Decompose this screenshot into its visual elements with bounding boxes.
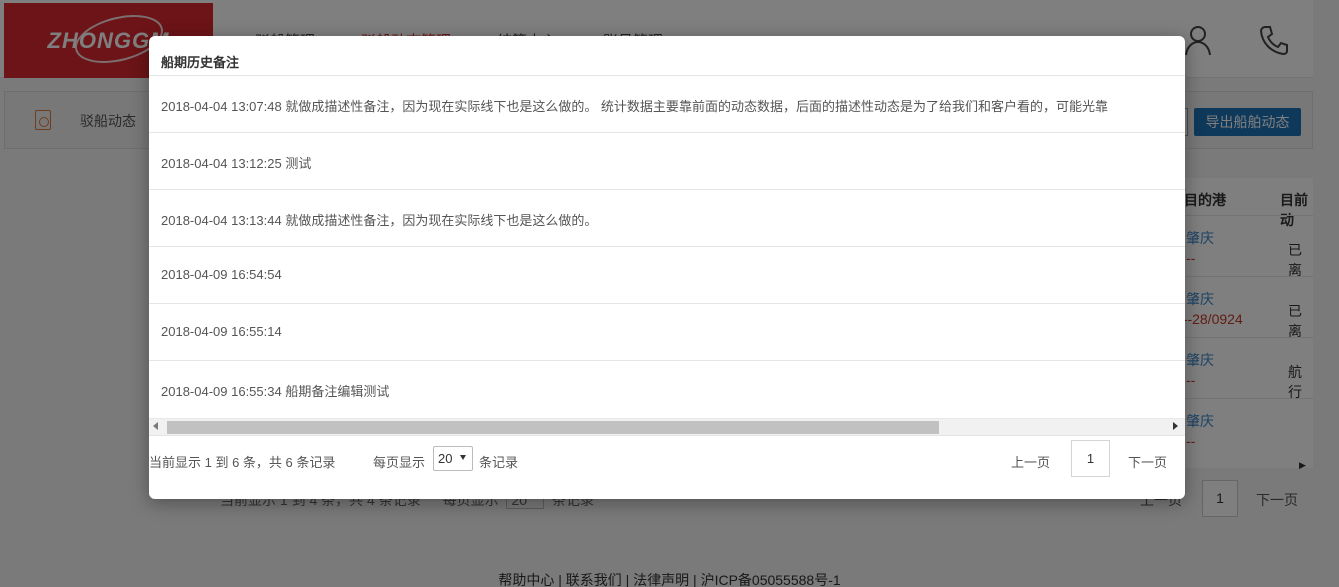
remark-text: 2018-04-09 16:54:54 [161, 267, 282, 282]
prev-page-button[interactable]: 上一页 [1011, 452, 1050, 471]
remark-text: 2018-04-04 13:12:25 测试 [161, 156, 312, 171]
list-item: 2018-04-09 16:55:14 [149, 304, 1185, 361]
list-item: 2018-04-04 13:07:48 就做成描述性备注，因为现在实际线下也是这… [149, 76, 1185, 133]
list-item: 2018-04-09 16:55:34 船期备注编辑测试 [149, 361, 1185, 418]
next-page-button[interactable]: 下一页 [1128, 452, 1167, 471]
modal-title: 船期历史备注 [161, 55, 240, 70]
list-item: 2018-04-09 16:54:54 [149, 247, 1185, 304]
remarks-list: 2018-04-04 13:07:48 就做成描述性备注，因为现在实际线下也是这… [149, 76, 1185, 418]
current-page-button[interactable]: 1 [1071, 440, 1110, 477]
horizontal-scrollbar[interactable] [149, 418, 1185, 435]
modal-pagination: 当前显示 1 到 6 条，共 6 条记录 每页显示 20 条记录 上一页 1 下… [149, 435, 1185, 499]
list-item: 2018-04-04 13:13:44 就做成描述性备注，因为现在实际线下也是这… [149, 190, 1185, 247]
scroll-left-icon[interactable] [153, 422, 158, 430]
per-page-value: 20 [438, 451, 453, 466]
scrollbar-thumb[interactable] [167, 421, 939, 434]
chevron-down-icon [460, 455, 466, 460]
list-item: 2018-04-04 13:12:25 测试 [149, 133, 1185, 190]
remark-text: 2018-04-09 16:55:14 [161, 324, 282, 339]
scroll-right-icon[interactable] [1173, 422, 1178, 430]
history-remarks-modal: 船期历史备注 2018-04-04 13:07:48 就做成描述性备注，因为现在… [149, 36, 1185, 499]
remark-text: 2018-04-04 13:13:44 就做成描述性备注，因为现在实际线下也是这… [161, 213, 598, 228]
remark-text: 2018-04-09 16:55:34 船期备注编辑测试 [161, 384, 390, 399]
per-page-label: 每页显示 [373, 455, 426, 470]
remark-text: 2018-04-04 13:07:48 就做成描述性备注，因为现在实际线下也是这… [161, 99, 1108, 114]
record-count-info: 当前显示 1 到 6 条，共 6 条记录 [149, 455, 336, 470]
per-page-unit: 条记录 [479, 455, 519, 470]
per-page-select[interactable]: 20 [433, 446, 473, 471]
